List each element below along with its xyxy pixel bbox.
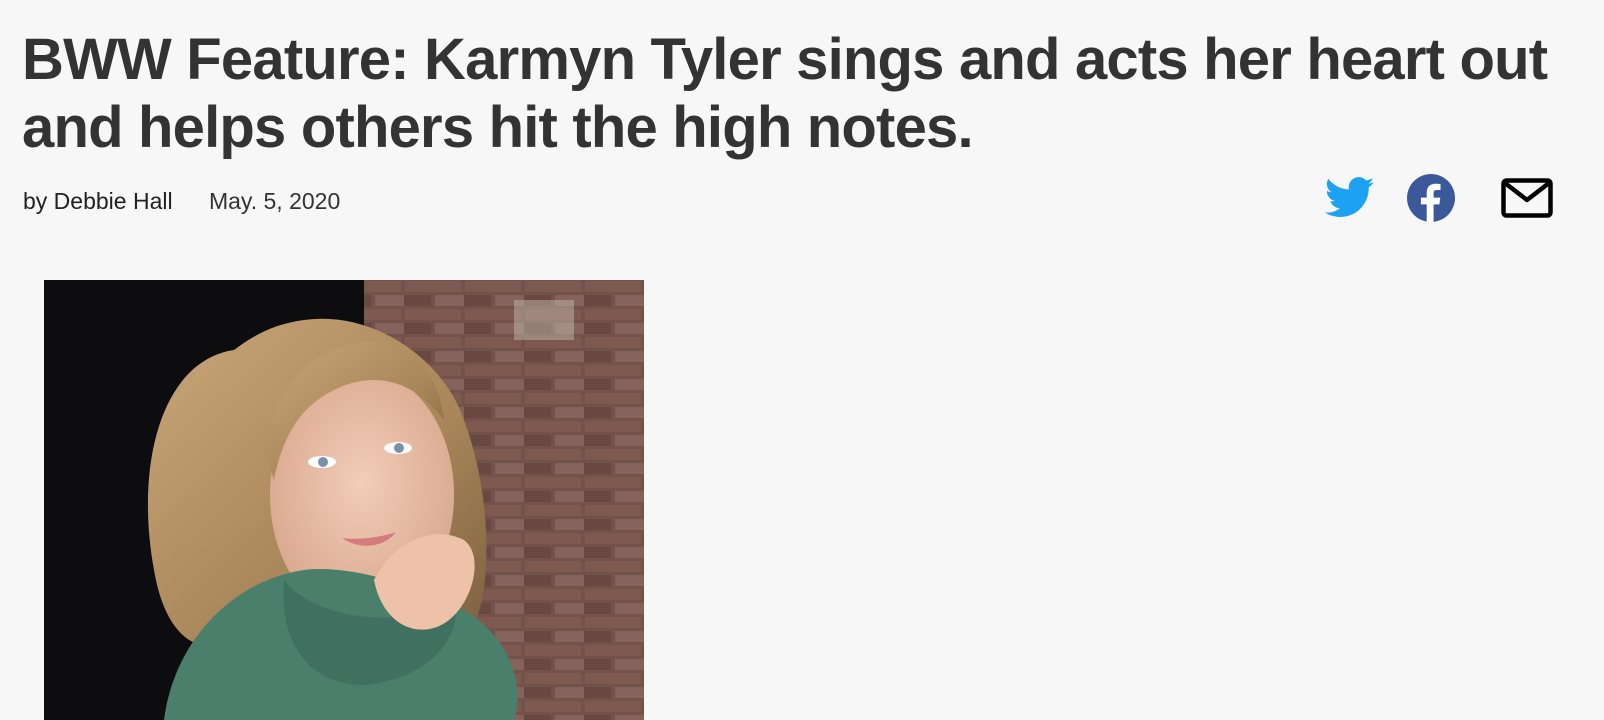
publish-date: May. 5, 2020 bbox=[208, 188, 341, 214]
facebook-share-button[interactable] bbox=[1406, 174, 1456, 222]
facebook-circle-icon bbox=[1407, 174, 1455, 222]
article-meta: by Debbie Hall May. 5, 2020 bbox=[23, 186, 340, 216]
envelope-icon bbox=[1501, 178, 1553, 218]
article-photo bbox=[44, 280, 644, 720]
author-byline[interactable]: by Debbie Hall bbox=[23, 188, 173, 214]
portrait-photo bbox=[44, 280, 644, 720]
twitter-share-button[interactable] bbox=[1324, 174, 1376, 222]
article-title: BWW Feature: Karmyn Tyler sings and acts… bbox=[22, 27, 1548, 160]
email-share-button[interactable] bbox=[1500, 174, 1554, 222]
twitter-bird-icon bbox=[1325, 177, 1375, 217]
